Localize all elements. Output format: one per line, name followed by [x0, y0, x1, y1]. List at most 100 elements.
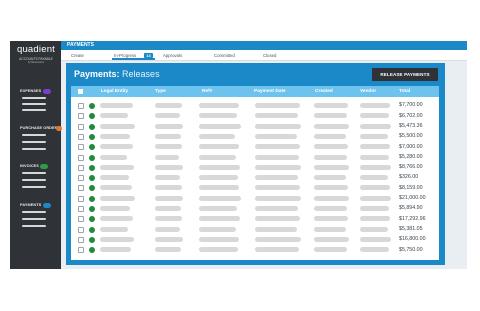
- cell-placeholder: [360, 206, 389, 211]
- row-checkbox[interactable]: [78, 133, 84, 140]
- row-checkbox[interactable]: [78, 226, 84, 233]
- payments-indicator: [43, 202, 51, 208]
- cell-placeholder: [199, 154, 236, 160]
- cell-placeholder: [199, 164, 240, 170]
- sidebar-subitem[interactable]: [22, 141, 46, 143]
- cell-placeholder: [100, 144, 133, 150]
- col-total[interactable]: Total: [399, 89, 410, 94]
- sidebar-item-payments[interactable]: PAYMENTS: [20, 203, 41, 207]
- cell-placeholder: [155, 247, 181, 253]
- cell-placeholder: [360, 236, 391, 242]
- tab-committed[interactable]: Committed: [214, 53, 235, 58]
- page-title: Payments: Releases: [74, 69, 160, 79]
- sidebar-subitem[interactable]: [22, 97, 46, 99]
- row-checkbox[interactable]: [78, 123, 84, 130]
- cell-placeholder: [360, 175, 388, 181]
- cell-placeholder: [314, 206, 347, 211]
- row-checkbox[interactable]: [78, 247, 84, 254]
- sidebar-subitem[interactable]: [22, 225, 46, 227]
- tab-closed[interactable]: Closed: [263, 53, 276, 58]
- row-checkbox[interactable]: [78, 236, 84, 243]
- invoices-indicator: [40, 163, 48, 169]
- cell-placeholder: [255, 123, 301, 129]
- row-checkbox[interactable]: [78, 175, 84, 182]
- row-checkbox[interactable]: [78, 185, 84, 192]
- row-checkbox[interactable]: [78, 154, 84, 161]
- cell-placeholder: [155, 216, 182, 222]
- status-indicator: [89, 123, 95, 130]
- status-indicator: [89, 103, 95, 109]
- row-checkbox[interactable]: [78, 144, 84, 151]
- cell-placeholder: [314, 216, 348, 222]
- col-vendor[interactable]: Vendor: [360, 89, 376, 94]
- sidebar-subitem[interactable]: [22, 211, 46, 213]
- sidebar-subitem[interactable]: [22, 218, 46, 220]
- row-checkbox[interactable]: [78, 103, 84, 109]
- cell-placeholder: [255, 236, 301, 242]
- cell-placeholder: [314, 226, 346, 232]
- sidebar-subitem[interactable]: [22, 179, 46, 181]
- sidebar-subitem[interactable]: [22, 172, 46, 174]
- cell-placeholder: [255, 216, 300, 222]
- tab-in-progress[interactable]: In-Progress: [114, 53, 136, 58]
- tab-approvals[interactable]: Approvals: [163, 53, 182, 58]
- cell-placeholder: [360, 185, 390, 191]
- col-type[interactable]: Type: [155, 89, 166, 94]
- cell-placeholder: [255, 226, 297, 232]
- sidebar-item-expenses[interactable]: EXPENSES: [20, 89, 41, 93]
- cell-placeholder: [360, 216, 390, 222]
- brand-byline: by Beanworks: [27, 61, 45, 64]
- cell-placeholder: [155, 226, 180, 232]
- cell-placeholder: [155, 195, 183, 201]
- sidebar-item-invoices[interactable]: INVOICES: [20, 164, 39, 168]
- cell-placeholder: [255, 206, 298, 211]
- section-title: PAYMENTS: [67, 42, 94, 48]
- row-total: $6,702.00: [399, 112, 423, 119]
- cell-placeholder: [155, 123, 183, 129]
- row-total: $7,000.00: [399, 143, 423, 150]
- row-checkbox[interactable]: [78, 216, 84, 223]
- cell-placeholder: [314, 247, 347, 253]
- row-total: $5,500.00: [399, 133, 423, 140]
- sidebar-item-purchase-orders[interactable]: PURCHASE ORDERS: [20, 126, 60, 130]
- row-total: $7,700.00: [399, 102, 423, 109]
- cell-placeholder: [100, 133, 130, 139]
- tab-create[interactable]: Create: [71, 53, 84, 58]
- cell-placeholder: [100, 236, 134, 242]
- payments-table: [71, 86, 439, 260]
- row-total: $5,894.90: [399, 205, 423, 212]
- col-payment-date[interactable]: Payment Date: [254, 89, 286, 94]
- cell-placeholder: [100, 154, 127, 160]
- status-indicator: [89, 164, 95, 171]
- cell-placeholder: [155, 206, 181, 211]
- row-checkbox[interactable]: [78, 206, 84, 212]
- row-total: $16,800.00: [399, 236, 426, 243]
- cell-placeholder: [100, 206, 130, 211]
- col-legal-entity[interactable]: Legal Entity: [101, 89, 128, 94]
- col-ref[interactable]: Ref#: [202, 89, 212, 94]
- row-checkbox[interactable]: [78, 113, 84, 120]
- cell-placeholder: [255, 133, 297, 139]
- sidebar-subitem[interactable]: [22, 186, 46, 188]
- select-all-checkbox[interactable]: [78, 88, 83, 94]
- col-created[interactable]: Created: [315, 89, 333, 94]
- status-indicator: [89, 195, 95, 202]
- sidebar-subitem[interactable]: [22, 148, 46, 150]
- cell-placeholder: [314, 144, 348, 150]
- sidebar-subitem[interactable]: [22, 103, 46, 105]
- cell-placeholder: [155, 144, 182, 150]
- cell-placeholder: [199, 247, 238, 253]
- release-payments-button[interactable]: RELEASE PAYMENTS: [372, 68, 438, 81]
- cell-placeholder: [360, 113, 389, 119]
- sidebar-subitem[interactable]: [22, 109, 46, 111]
- cell-placeholder: [100, 123, 135, 129]
- status-indicator: [89, 206, 95, 212]
- cell-placeholder: [314, 185, 348, 191]
- row-checkbox[interactable]: [78, 164, 84, 171]
- cell-placeholder: [314, 133, 346, 139]
- active-tab-indicator: [112, 58, 155, 60]
- row-checkbox[interactable]: [78, 195, 84, 202]
- cell-placeholder: [360, 164, 391, 170]
- cell-placeholder: [199, 113, 237, 119]
- sidebar-subitem[interactable]: [22, 134, 46, 136]
